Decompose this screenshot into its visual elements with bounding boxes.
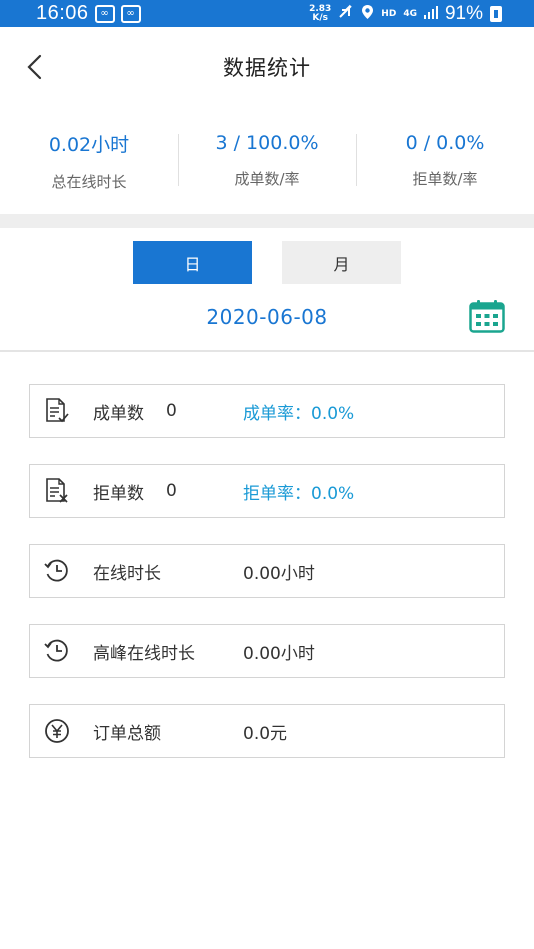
summary-value: 0.02小时 bbox=[48, 133, 130, 156]
card-online-duration: 在线时长 0.00小时 bbox=[29, 544, 505, 598]
nav-bar: 数据统计 bbox=[0, 27, 534, 107]
completed-order-icon bbox=[42, 396, 72, 426]
card-label-text: 在线时长 bbox=[93, 563, 161, 584]
card-label: 成单数 0 bbox=[93, 399, 243, 424]
status-right: 2.83 K/s HD 4G 91% bbox=[309, 3, 502, 25]
summary-label: 成单数/率 bbox=[234, 170, 300, 188]
location-icon bbox=[361, 4, 374, 24]
card-label: 在线时长 bbox=[93, 559, 243, 584]
card-value: 0.00小时 bbox=[243, 563, 315, 584]
network-speed: 2.83 K/s bbox=[309, 4, 331, 23]
card-value: 成单率：0.0% bbox=[243, 403, 355, 424]
status-left: 16:06 ∞ ∞ bbox=[36, 2, 141, 25]
chevron-left-icon bbox=[27, 54, 42, 80]
card-peak-online-duration: 高峰在线时长 0.00小时 bbox=[29, 624, 505, 678]
status-time: 16:06 bbox=[36, 2, 89, 24]
summary-online-duration: 0.02小时 总在线时长 bbox=[0, 130, 178, 192]
card-value: 拒单率：0.0% bbox=[243, 483, 355, 504]
battery-percent: 91% bbox=[444, 2, 483, 24]
summary-rejected-orders: 0 / 0.0% 拒单数/率 bbox=[356, 132, 534, 189]
calendar-icon bbox=[469, 300, 505, 333]
summary-completed-orders: 3 / 100.0% 成单数/率 bbox=[178, 132, 356, 189]
summary-value: 3 / 100.0% bbox=[215, 132, 319, 154]
card-label: 拒单数 0 bbox=[93, 479, 243, 504]
card-label-text: 高峰在线时长 bbox=[93, 643, 195, 664]
date-row: 2020-06-08 bbox=[0, 284, 534, 350]
battery-icon bbox=[490, 5, 502, 22]
tab-month[interactable]: 月 bbox=[282, 241, 401, 284]
network-type: 4G bbox=[403, 8, 417, 19]
status-bar: 16:06 ∞ ∞ 2.83 K/s HD 4G 91% bbox=[0, 0, 534, 27]
yuan-coin-icon bbox=[42, 716, 72, 746]
hd-indicator: HD bbox=[381, 8, 397, 19]
signal-icon bbox=[423, 5, 438, 23]
period-toggle: 日 月 bbox=[0, 241, 534, 284]
back-button[interactable] bbox=[16, 49, 52, 85]
card-label-text: 拒单数 bbox=[93, 483, 144, 504]
stats-cards: 成单数 0 成单率：0.0% 拒单数 0 拒单率：0.0% 在线时长 0.00小… bbox=[0, 352, 534, 758]
card-count: 0 bbox=[166, 401, 177, 421]
summary-stats: 0.02小时 总在线时长 3 / 100.0% 成单数/率 0 / 0.0% 拒… bbox=[0, 107, 534, 214]
summary-label: 总在线时长 bbox=[51, 172, 127, 191]
card-label: 高峰在线时长 bbox=[93, 639, 243, 664]
tab-day[interactable]: 日 bbox=[133, 241, 252, 284]
card-label-text: 订单总额 bbox=[93, 723, 161, 744]
card-rejected-orders: 拒单数 0 拒单率：0.0% bbox=[29, 464, 505, 518]
selected-date[interactable]: 2020-06-08 bbox=[206, 305, 327, 329]
card-completed-orders: 成单数 0 成单率：0.0% bbox=[29, 384, 505, 438]
network-speed-unit: K/s bbox=[312, 12, 328, 23]
card-label: 订单总额 bbox=[93, 719, 243, 744]
card-value: 0.00小时 bbox=[243, 643, 315, 664]
card-label-text: 成单数 bbox=[93, 403, 144, 424]
card-order-total: 订单总额 0.0元 bbox=[29, 704, 505, 758]
card-count: 0 bbox=[166, 481, 177, 501]
history-clock-icon bbox=[42, 636, 72, 666]
app-notification-icon: ∞ bbox=[120, 4, 141, 23]
mute-icon bbox=[338, 4, 354, 24]
page-title: 数据统计 bbox=[223, 56, 311, 80]
card-value: 0.0元 bbox=[243, 723, 288, 744]
summary-label: 拒单数/率 bbox=[412, 170, 478, 188]
summary-value: 0 / 0.0% bbox=[405, 132, 485, 154]
rejected-order-icon bbox=[42, 476, 72, 506]
section-divider bbox=[0, 214, 534, 228]
history-clock-icon bbox=[42, 556, 72, 586]
app-notification-icon: ∞ bbox=[94, 4, 115, 23]
calendar-button[interactable] bbox=[469, 299, 505, 333]
